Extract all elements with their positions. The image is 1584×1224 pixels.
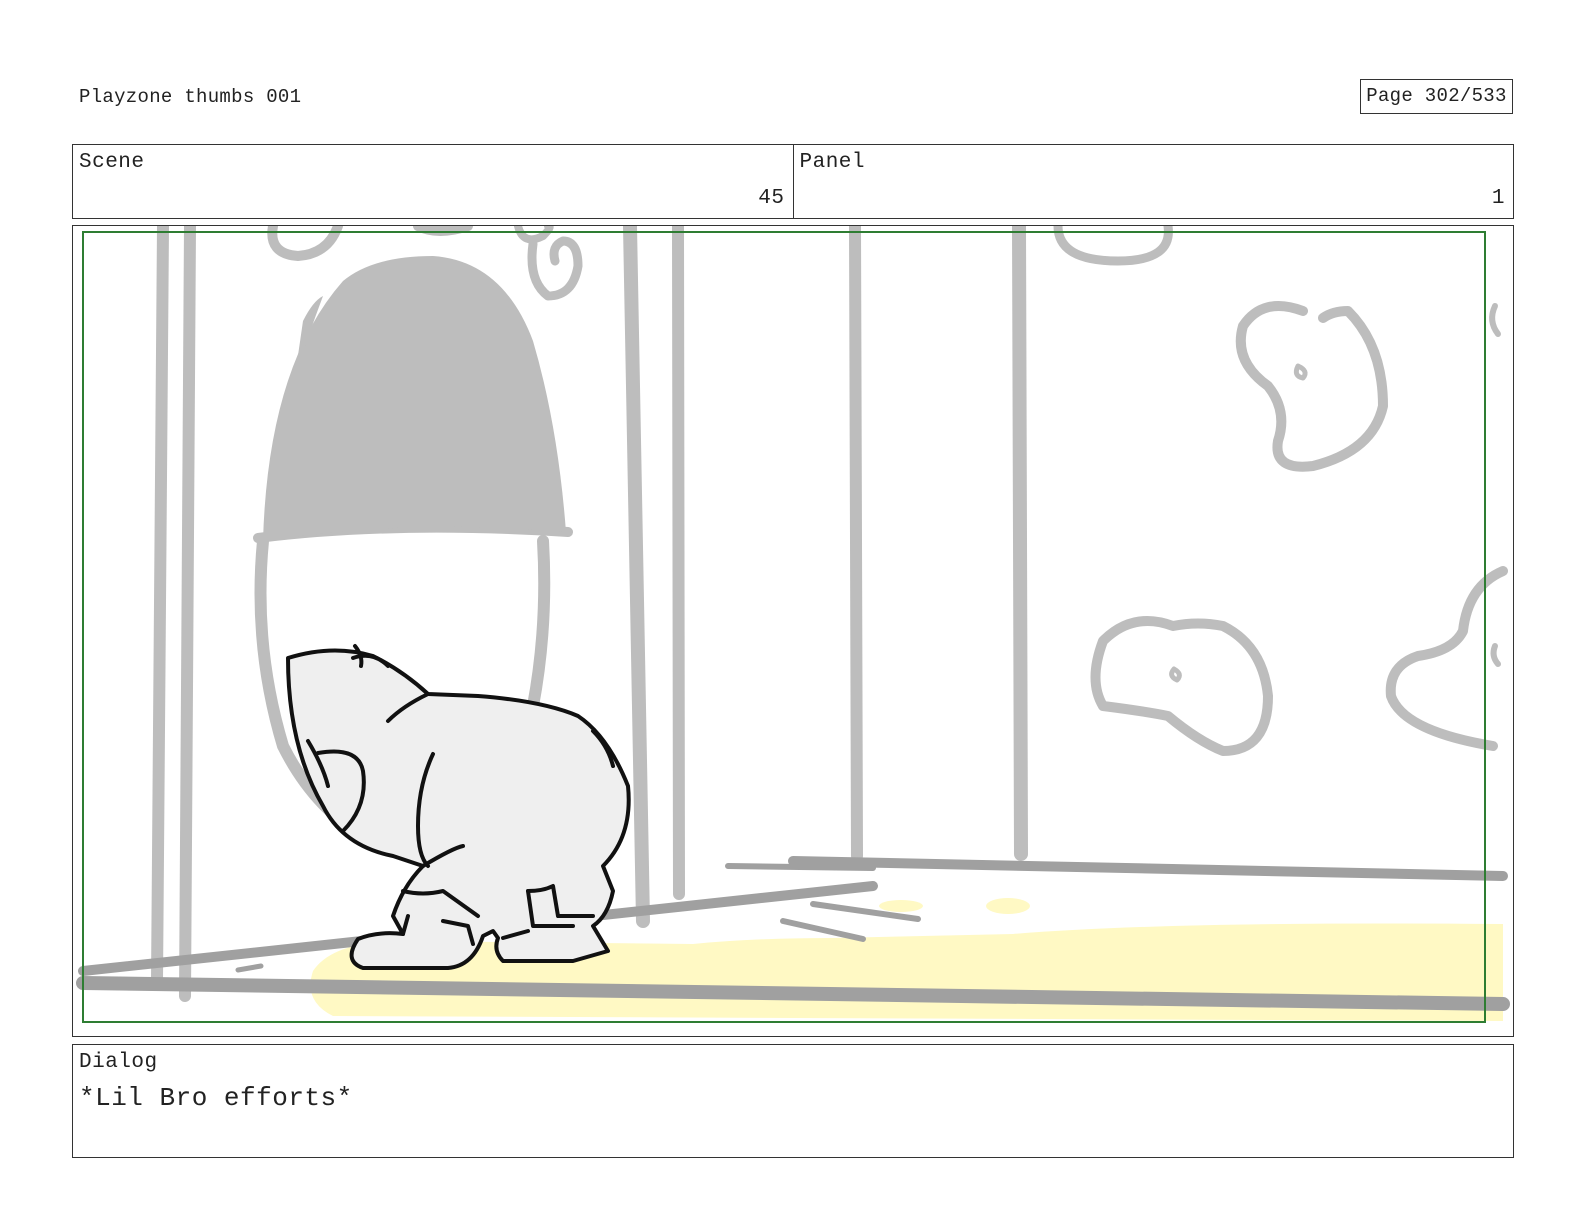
scene-cell: Scene 45 [73, 145, 793, 218]
doorway-arch [263, 256, 566, 541]
page-indicator: Page 302/533 [1360, 79, 1513, 114]
lil-bro-character [286, 644, 631, 970]
safe-frame [82, 231, 1486, 1023]
panel-cell: Panel 1 [792, 145, 1514, 218]
storyboard-sketch-image [76, 226, 1510, 1023]
dialog-text: *Lil Bro efforts* [79, 1083, 353, 1113]
dialog-box: Dialog *Lil Bro efforts* [72, 1044, 1514, 1158]
storyboard-panel [72, 225, 1514, 1037]
panel-number: 1 [1491, 187, 1505, 210]
dialog-label: Dialog [79, 1051, 158, 1074]
background-sketch [76, 226, 1510, 1011]
scene-label: Scene [79, 151, 145, 174]
scene-number: 45 [758, 187, 785, 210]
panel-label: Panel [799, 151, 866, 174]
scene-panel-header: Scene 45 Panel 1 [72, 144, 1514, 219]
document-title: Playzone thumbs 001 [79, 86, 302, 108]
